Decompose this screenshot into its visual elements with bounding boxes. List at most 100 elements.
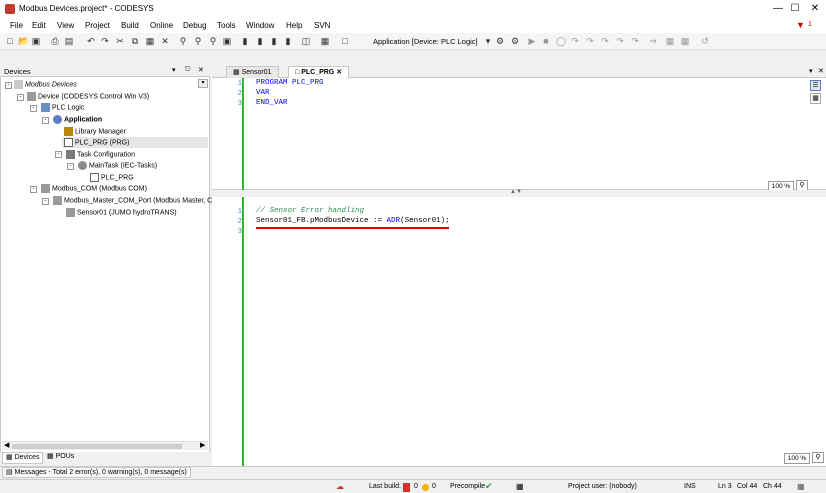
code-comment[interactable]: // Sensor Error handling — [256, 207, 364, 215]
cloud-icon[interactable]: ☁ — [336, 482, 344, 491]
tree-item-plc-logic[interactable]: PLC Logic — [41, 103, 84, 112]
tree-item-plc-prg-call[interactable]: PLC_PRG — [90, 173, 134, 182]
tab-close-icon[interactable]: ✕ — [336, 69, 342, 76]
scroll-right-icon[interactable]: ▶ — [200, 441, 205, 449]
messages-bar[interactable]: ▤ Messages - Total 2 error(s), 0 warning… — [0, 466, 826, 478]
print-preview-icon[interactable]: ▤ — [64, 36, 74, 46]
step-into-icon[interactable]: ↷ — [585, 36, 595, 46]
print-icon[interactable]: ⎙ — [50, 36, 60, 46]
tree-item-maintask[interactable]: MainTask (IEC-Tasks) — [78, 161, 157, 170]
pin-icon[interactable]: ⎋ — [185, 66, 191, 74]
show-next-statement-icon[interactable]: ↷ — [630, 36, 640, 46]
step-out-icon[interactable]: ↷ — [600, 36, 610, 46]
error-count[interactable]: 0 — [414, 483, 418, 490]
menu-window[interactable]: Window — [246, 21, 274, 30]
close-button[interactable]: ✕ — [801, 2, 826, 16]
menu-file[interactable]: File — [10, 21, 23, 30]
panel-close-icon[interactable]: ✕ — [198, 66, 204, 74]
editor-close-icon[interactable]: ✕ — [818, 67, 824, 75]
tree-expander[interactable]: - — [30, 186, 37, 193]
scrollbar-thumb[interactable] — [12, 444, 182, 449]
tabular-view-icon[interactable]: ▦ — [810, 93, 821, 104]
status-settings-icon[interactable]: ▦ — [797, 482, 805, 491]
tree-item-modbus-com[interactable]: Modbus_COM (Modbus COM) — [41, 184, 147, 193]
menu-svn[interactable]: SVN — [314, 21, 330, 30]
start-icon[interactable]: ▶ — [527, 36, 537, 46]
tree-expander[interactable]: - — [30, 105, 37, 112]
tree-expander[interactable]: - — [5, 82, 12, 89]
tree-expander[interactable]: - — [67, 163, 74, 170]
tab-devices[interactable]: ▦ Devices — [2, 452, 44, 464]
tree-item-application[interactable]: Application — [53, 115, 102, 124]
panel-dropdown-icon[interactable]: ▾ — [172, 66, 176, 74]
code-line[interactable]: PROGRAM PLC_PRG — [256, 79, 324, 87]
menu-build[interactable]: Build — [121, 21, 139, 30]
menu-edit[interactable]: Edit — [32, 21, 46, 30]
clear-bookmarks-icon[interactable]: ▮ — [283, 36, 293, 46]
tree-item-library-manager[interactable]: Library Manager — [64, 127, 126, 136]
copy-icon[interactable]: ⧉ — [130, 36, 140, 46]
menu-project[interactable]: Project — [85, 21, 110, 30]
notification-flag-icon[interactable]: ▼ — [796, 20, 805, 30]
new-project-icon[interactable]: □ — [5, 36, 15, 46]
tree-expander[interactable]: - — [42, 198, 49, 205]
tree-item-task-configuration[interactable]: Task Configuration — [66, 150, 135, 159]
open-project-icon[interactable]: 📂 — [18, 36, 29, 46]
bookmark-icon[interactable]: ▮ — [240, 36, 250, 46]
scroll-left-icon[interactable]: ◀ — [4, 441, 9, 449]
warning-count[interactable]: 0 — [432, 483, 436, 490]
textual-view-icon[interactable]: ☰ — [810, 80, 821, 91]
application-dropdown-icon[interactable]: ▾ — [483, 36, 493, 46]
tree-item-device[interactable]: Device (CODESYS Control Win V3) — [27, 92, 149, 101]
precompile-ok-icon[interactable]: ✔ — [485, 481, 493, 492]
redo-icon[interactable]: ↷ — [100, 36, 110, 46]
tree-expander[interactable]: - — [42, 117, 49, 124]
find-icon[interactable]: ⚲ — [178, 36, 188, 46]
editor-tabs-dropdown-icon[interactable]: ▾ — [809, 67, 813, 75]
active-application-label[interactable]: Application [Device: PLC Logic] — [373, 37, 478, 46]
step-over-icon[interactable]: ↷ — [570, 36, 580, 46]
next-bookmark-icon[interactable]: ▮ — [255, 36, 265, 46]
code-line-error[interactable]: Sensor01_FB.pModbusDevice := ADR(Sensor0… — [256, 217, 450, 225]
build-dropdown-icon[interactable]: ▦ — [320, 36, 330, 46]
tools-icon[interactable]: ↺ — [700, 36, 710, 46]
tab-plc-prg[interactable]: □ PLC_PRG ✕ — [288, 66, 350, 78]
tree-item-project[interactable]: Modbus Devices — [14, 80, 77, 89]
replace-icon[interactable]: ⚲ — [193, 36, 203, 46]
run-to-cursor-icon[interactable]: ↷ — [615, 36, 625, 46]
select-all-icon[interactable]: ▣ — [222, 36, 232, 46]
cut-icon[interactable]: ✂ — [115, 36, 125, 46]
splitter-collapse-icon[interactable]: ▲▼ — [510, 189, 522, 195]
implementation-zoom[interactable]: 100 % — [784, 453, 810, 464]
find-all-icon[interactable]: ⚲ — [208, 36, 218, 46]
menu-tools[interactable]: Tools — [217, 21, 236, 30]
reset-icon[interactable]: ◯ — [556, 36, 566, 46]
user-icon[interactable]: ▦ — [516, 482, 524, 491]
implementation-editor[interactable]: 1 2 3 // Sensor Error handling Sensor01_… — [212, 197, 826, 467]
tab-sensor01[interactable]: ▦ Sensor01 — [226, 66, 279, 78]
tree-expander[interactable]: - — [55, 151, 62, 158]
messages-tab[interactable]: ▤ Messages - Total 2 error(s), 0 warning… — [2, 467, 191, 478]
window-icon[interactable]: ◫ — [301, 36, 311, 46]
tree-item-modbus-master[interactable]: Modbus_Master_COM_Port (Modbus Master, C… — [53, 196, 218, 205]
menu-online[interactable]: Online — [150, 21, 173, 30]
prev-bookmark-icon[interactable]: ▮ — [269, 36, 279, 46]
menu-view[interactable]: View — [57, 21, 74, 30]
tree-item-sensor01[interactable]: Sensor01 (JUMO hydroTRANS) — [66, 208, 177, 217]
tree-expander[interactable]: - — [17, 94, 24, 101]
code-line[interactable]: END_VAR — [256, 99, 288, 107]
menu-debug[interactable]: Debug — [183, 21, 207, 30]
save-icon[interactable]: ▣ — [31, 36, 41, 46]
login-icon[interactable]: ⚙ — [495, 36, 505, 46]
force-values-icon[interactable]: ▦ — [665, 36, 675, 46]
tab-pous[interactable]: ▦ POUs — [44, 452, 77, 464]
paste-icon[interactable]: ▦ — [145, 36, 155, 46]
tree-horizontal-scrollbar[interactable]: ◀ ▶ — [2, 441, 208, 450]
editor-splitter[interactable]: ▲▼ — [212, 189, 826, 197]
write-values-icon[interactable]: ⇒ — [648, 36, 658, 46]
unforce-values-icon[interactable]: ▦ — [680, 36, 690, 46]
logout-icon[interactable]: ⚙ — [510, 36, 520, 46]
zoom-icon[interactable]: ⚲ — [812, 452, 824, 463]
page-icon[interactable]: □ — [340, 36, 350, 46]
undo-icon[interactable]: ↶ — [86, 36, 96, 46]
